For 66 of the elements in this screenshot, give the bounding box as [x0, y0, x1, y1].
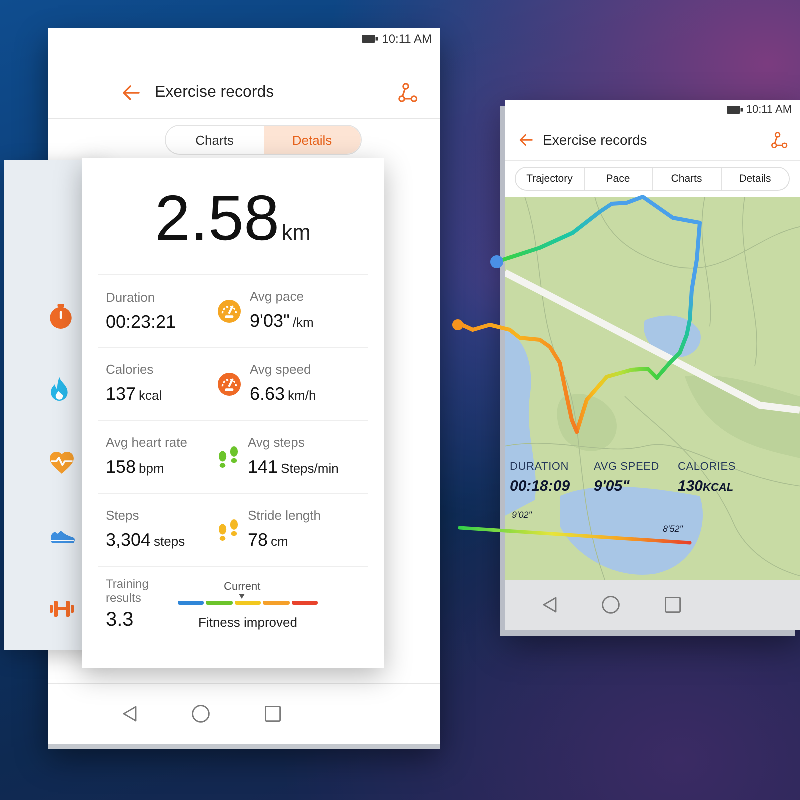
shoe-icon — [50, 528, 76, 542]
stat-value: 9'03" — [250, 310, 290, 332]
stat-unit: cm — [271, 532, 288, 550]
footprints-icon — [218, 446, 239, 468]
stat-unit: Steps/min — [281, 460, 339, 478]
stat-label: Avg pace — [250, 288, 305, 304]
distance-unit: km — [282, 220, 311, 246]
overlay-stat-value: 00:18:09 — [510, 478, 570, 495]
overlay-stat-value: 9'05" — [594, 478, 630, 495]
dumbbell-icon — [50, 600, 74, 616]
status-time: 10:11 AM — [382, 32, 432, 46]
pace-label: 9'02" — [512, 510, 532, 520]
stat-label: Avg steps — [248, 434, 306, 450]
speedometer-icon — [218, 372, 241, 396]
overlay-stat-label: DURATION — [510, 461, 570, 473]
overlay-stat-label: AVG SPEED — [594, 461, 660, 473]
home-icon[interactable] — [192, 705, 210, 723]
stat-value: 141 — [248, 456, 278, 478]
stat-unit: steps — [154, 532, 186, 551]
stat-unit: kcal — [139, 386, 162, 404]
stat-value: 137 — [106, 382, 136, 404]
home-icon[interactable] — [602, 596, 620, 614]
pace-label: 8'52" — [663, 524, 683, 534]
scale-label: Current — [224, 580, 261, 592]
back-icon[interactable] — [122, 85, 140, 101]
stopwatch-icon — [50, 304, 72, 329]
stat-label: Calories — [106, 362, 155, 378]
stat-value: 00:23:21 — [106, 310, 176, 332]
overlay-stat-label: CALORIES — [678, 461, 738, 473]
footprints-icon — [218, 519, 239, 541]
overlay-stat-value: 130 — [678, 478, 704, 495]
flame-icon — [50, 377, 69, 402]
speedometer-icon — [218, 300, 241, 322]
recent-apps-icon[interactable] — [265, 706, 281, 722]
back-icon[interactable] — [543, 597, 557, 613]
back-icon[interactable] — [123, 706, 137, 722]
recent-apps-icon[interactable] — [665, 597, 681, 613]
marker-icon — [452, 320, 464, 330]
share-icon[interactable] — [398, 83, 418, 103]
stat-label: Stride length — [248, 508, 321, 524]
stat-label: Avg heart rate — [106, 434, 188, 450]
stat-unit: km/h — [288, 386, 316, 404]
distance-value: 2.58 — [155, 186, 280, 250]
battery-icon — [362, 35, 378, 43]
training-value: 3.3 — [106, 608, 135, 632]
marker-icon — [490, 256, 504, 268]
overlay-stat-unit: KCAL — [703, 482, 734, 494]
status-time: 10:11 AM — [746, 104, 792, 116]
fitness-status: Fitness improved — [198, 614, 298, 630]
stat-unit: bpm — [139, 460, 164, 478]
heart-pulse-icon — [50, 452, 74, 474]
stat-unit: /km — [292, 314, 314, 332]
battery-icon — [727, 106, 744, 114]
stat-value: 158 — [106, 456, 136, 478]
training-label: Training results — [106, 576, 150, 604]
stat-value: 6.63 — [250, 382, 286, 404]
screen-title: Exercise records — [155, 84, 274, 102]
stat-label: Avg speed — [250, 362, 312, 378]
stat-value: 78 — [248, 528, 268, 550]
stat-value: 3,304 — [106, 528, 152, 550]
tab[interactable]: Details — [720, 168, 789, 190]
screen-title: Exercise records — [543, 132, 648, 148]
stat-label: Duration — [106, 290, 156, 306]
back-icon[interactable] — [519, 134, 533, 146]
share-icon[interactable] — [771, 132, 788, 148]
stat-label: Steps — [106, 508, 140, 524]
